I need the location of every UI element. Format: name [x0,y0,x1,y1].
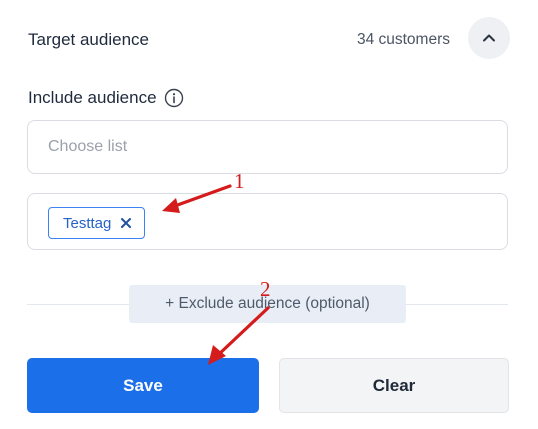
tag-label: Testtag [63,214,112,232]
section-title: Target audience [28,30,149,49]
target-audience-panel: Target audience 34 customers Include aud… [0,0,538,429]
selected-tags-field[interactable]: Testtag [27,193,508,250]
clear-button[interactable]: Clear [279,358,509,413]
close-icon[interactable] [120,217,132,229]
choose-list-placeholder: Choose list [48,138,128,155]
choose-list-select[interactable]: Choose list [27,120,508,174]
tag-chip: Testtag [48,207,146,239]
include-audience-text: Include audience [28,88,157,107]
info-icon[interactable] [164,88,184,108]
annotation-number-2: 2 [260,277,271,301]
customer-count: 34 customers [356,31,450,48]
chevron-up-icon [483,34,495,42]
collapse-button[interactable] [468,17,510,59]
save-button[interactable]: Save [27,358,259,413]
include-audience-label: Include audience [28,88,184,108]
annotation-number-1: 1 [234,169,245,193]
